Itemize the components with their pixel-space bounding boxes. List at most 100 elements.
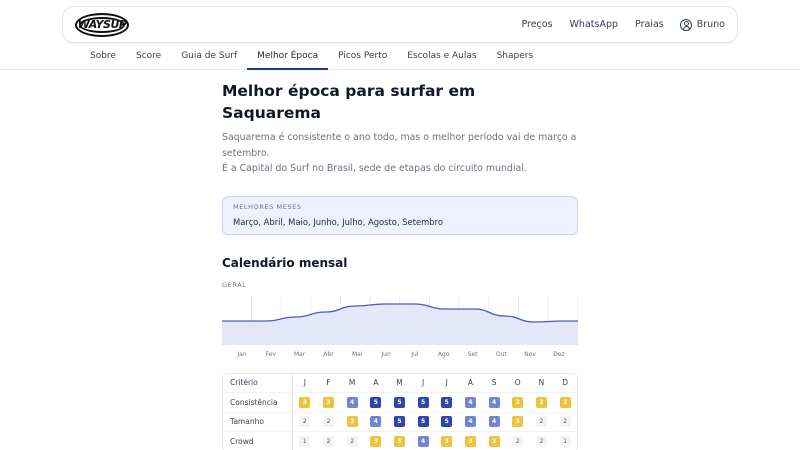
tab-melhor-epoca[interactable]: Melhor Época: [247, 44, 329, 70]
month-header-7: A: [458, 374, 483, 393]
rating-badge: 2: [535, 436, 547, 448]
nav-praias[interactable]: Praias: [635, 19, 664, 30]
description-line-1: Saquarema é consistente o ano todo, mas …: [222, 132, 577, 159]
criteria-label: Consistência: [223, 393, 293, 413]
tab-guia-de-surf[interactable]: Guia de Surf: [171, 44, 247, 70]
main-content: Melhor época para surfar em Saquarema Sa…: [222, 80, 578, 450]
rating-badge: 2: [346, 436, 358, 448]
table-cell: 3: [529, 393, 554, 413]
rating-badge: 1: [559, 436, 571, 448]
table-cell: 3: [340, 413, 364, 432]
page-description: Saquarema é consistente o ano todo, mas …: [222, 130, 578, 177]
rating-badge: 4: [464, 396, 476, 408]
tab-shapers[interactable]: Shapers: [487, 44, 544, 70]
tab-sobre[interactable]: Sobre: [80, 44, 126, 70]
rating-badge: 3: [370, 436, 382, 448]
table-cell: 2: [506, 432, 530, 450]
table-cell: 4: [482, 393, 506, 413]
table-cell: 2: [316, 413, 341, 432]
rating-badge: 3: [559, 396, 571, 408]
month-tick-dez: Dez: [553, 350, 565, 358]
rating-badge: 4: [370, 416, 382, 428]
month-header-0: J: [293, 374, 317, 393]
best-months-label: MELHORES MESES: [233, 202, 302, 211]
table-cell: 3: [482, 432, 506, 450]
rating-badge: 5: [417, 416, 429, 428]
monthly-chart: [222, 294, 578, 345]
table-cell: 4: [482, 413, 506, 432]
month-header-2: M: [340, 374, 364, 393]
chart-label: GERAL: [222, 280, 247, 289]
month-header-5: J: [411, 374, 435, 393]
best-months-list: Março, Abril, Maio, Junho, Julho, Agosto…: [233, 216, 443, 227]
table-cell: 2: [340, 432, 364, 450]
table-cell: 5: [434, 393, 459, 413]
month-tick-mar: Mar: [293, 350, 306, 358]
table-row: Consistência 3 3 4 5 5 5 5 4 4 3 3 3: [223, 393, 577, 413]
month-tick-jan: Jan: [237, 350, 247, 358]
rating-badge: 5: [393, 396, 405, 408]
table-cell: 5: [387, 393, 412, 413]
rating-badge: 4: [488, 416, 500, 428]
rating-badge: 3: [441, 436, 453, 448]
waysup-logo[interactable]: WAYSUP: [75, 12, 129, 37]
user-menu[interactable]: Bruno: [679, 18, 725, 31]
table-cell: 4: [458, 393, 483, 413]
table-cell: 3: [553, 393, 577, 413]
rating-badge: 4: [346, 396, 358, 408]
rating-badge: 5: [370, 396, 382, 408]
rating-badge: 4: [417, 436, 429, 448]
tab-picos-perto[interactable]: Picos Perto: [328, 44, 397, 70]
table-cell: 2: [293, 413, 317, 432]
sub-navigation: Sobre Score Guia de Surf Melhor Época Pi…: [0, 44, 800, 70]
rating-badge: 4: [488, 396, 500, 408]
month-tick-ago: Ago: [437, 350, 450, 358]
table-header-row: Critério JFMAMJJASOND: [223, 373, 577, 393]
best-months-box: MELHORES MESES Março, Abril, Maio, Junho…: [222, 195, 578, 235]
month-tick-jul: Jul: [411, 350, 419, 358]
user-name: Bruno: [696, 19, 725, 30]
criteria-table: Critério JFMAMJJASOND Consistência 3 3 4 5 5 5…: [222, 372, 578, 450]
tab-score[interactable]: Score: [126, 44, 171, 70]
table-cell: 2: [530, 432, 554, 450]
top-header: WAYSUP Preços WhatsApp Praias Bruno: [62, 6, 738, 43]
rating-badge: 5: [417, 396, 429, 408]
rating-badge: 2: [299, 416, 311, 428]
rating-badge: 3: [488, 436, 500, 448]
rating-badge: 3: [393, 436, 405, 448]
nav-whatsapp[interactable]: WhatsApp: [570, 19, 618, 30]
month-tick-fev: Fev: [265, 350, 276, 358]
criteria-label: Tamanho: [223, 412, 293, 432]
table-cell: 1: [553, 432, 577, 450]
rating-badge: 3: [535, 396, 547, 408]
month-header-8: S: [482, 374, 506, 393]
rating-badge: 3: [299, 396, 311, 408]
table-cell: 3: [293, 393, 317, 413]
table-cell: 2: [553, 413, 577, 432]
rating-badge: 2: [322, 436, 334, 448]
month-tick-nov: Nov: [524, 350, 536, 358]
month-tick-abr: Abr: [323, 350, 334, 358]
table-cell: 5: [411, 413, 435, 432]
rating-badge: 3: [346, 416, 358, 428]
month-tick-set: Set: [467, 350, 478, 358]
table-cell: 5: [411, 393, 435, 413]
table-cell: 5: [363, 393, 388, 413]
rating-badge: 3: [512, 416, 524, 428]
table-cell: 3: [505, 393, 530, 413]
table-cell: 5: [387, 413, 412, 432]
rating-badge: 2: [512, 436, 524, 448]
criteria-header: Critério: [223, 373, 293, 393]
area-chart-svg: [222, 294, 578, 345]
table-cell: 3: [505, 413, 530, 432]
rating-badge: 4: [464, 416, 476, 428]
rating-badge: 3: [512, 396, 524, 408]
nav-precos[interactable]: Preços: [521, 19, 552, 30]
rating-badge: 1: [299, 436, 311, 448]
rating-badge: 3: [464, 436, 476, 448]
table-cell: 4: [458, 413, 483, 432]
table-cell: 4: [340, 393, 364, 413]
table-cell: 3: [364, 432, 388, 450]
table-cell: 3: [435, 432, 459, 450]
tab-escolas-e-aulas[interactable]: Escolas e Aulas: [397, 44, 486, 70]
